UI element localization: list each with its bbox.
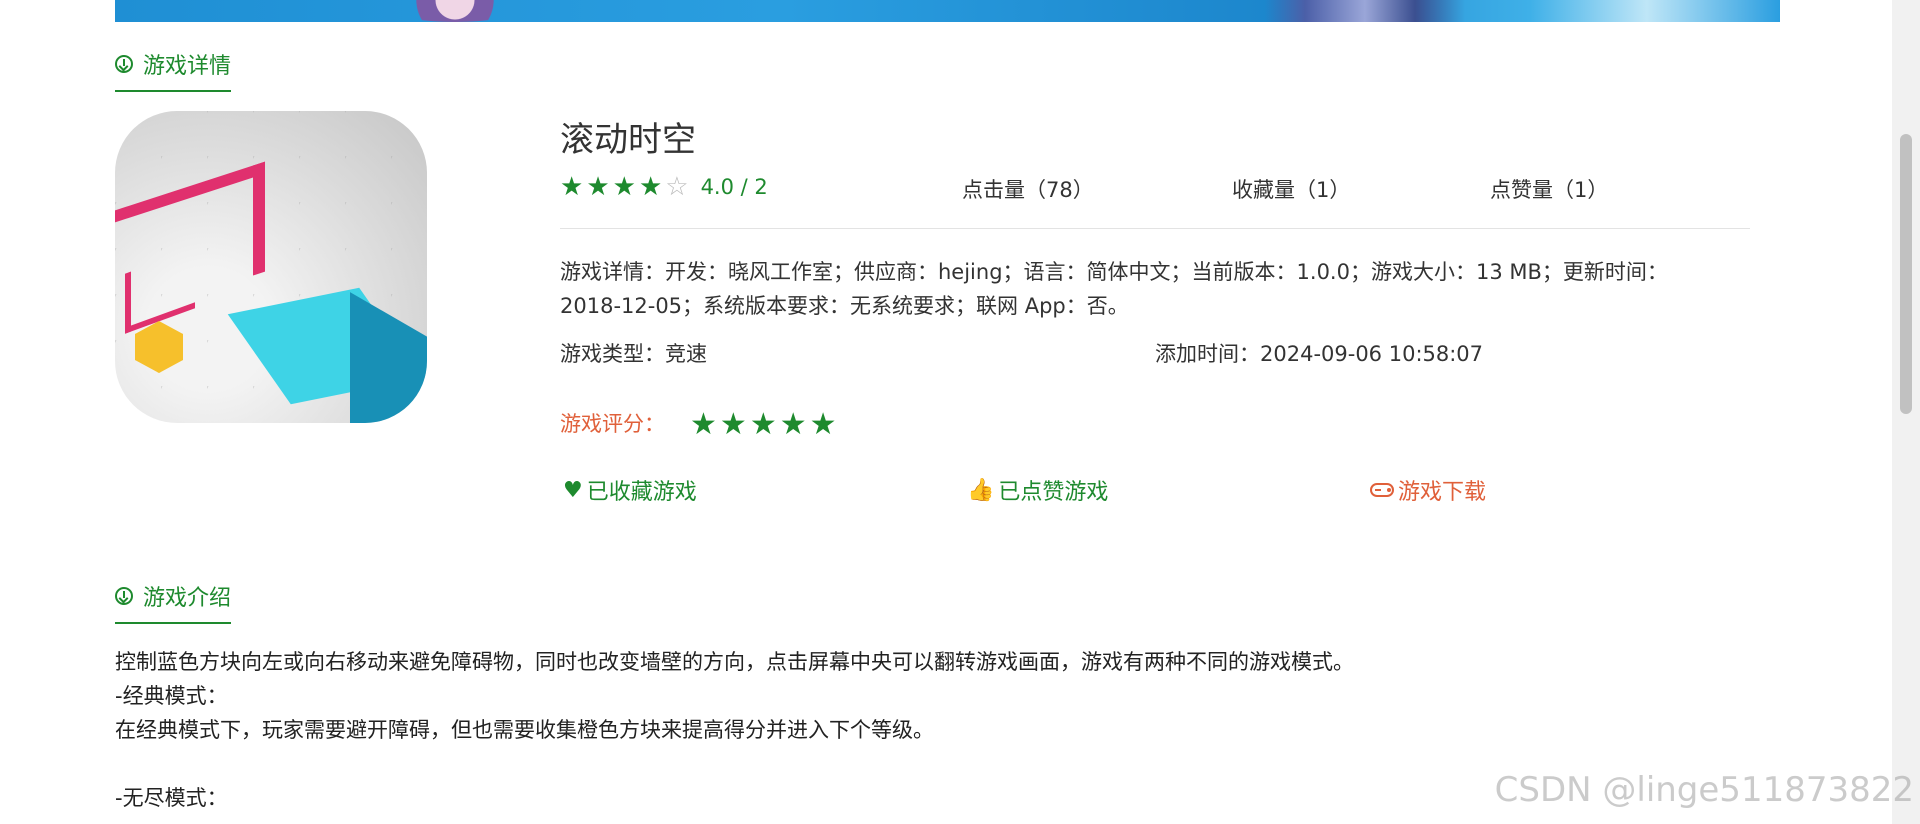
star-filled-icon: ★ — [638, 172, 663, 202]
download-label: 游戏下载 — [1398, 480, 1487, 505]
star-filled-icon: ★ — [560, 172, 584, 202]
star-filled-icon: ★ — [612, 172, 636, 202]
score-star-icon[interactable]: ★ — [750, 410, 777, 440]
intro-line: 在经典模式下，玩家需要避开障碍，但也需要收集橙色方块来提高得分并进入下个等级。 — [115, 718, 934, 742]
scrollbar-thumb[interactable] — [1900, 134, 1912, 414]
rating-stars: ★ ★ ★ ★ ☆ — [560, 174, 689, 200]
section-header-intro: 游戏介绍 — [115, 580, 232, 624]
intro-line: -无尽模式： — [115, 786, 228, 810]
section-title: 游戏详情 — [143, 54, 232, 79]
score-stars-input[interactable]: ★ ★ ★ ★ ★ — [690, 410, 837, 440]
intro-line — [115, 747, 1715, 781]
star-filled-icon: ★ — [586, 172, 610, 202]
scrollbar[interactable] — [1892, 0, 1920, 824]
thumbs-up-icon: 👍 — [967, 477, 995, 503]
gamepad-icon — [1370, 483, 1394, 497]
added-time: 添加时间：2024-09-06 10:58:07 — [1155, 342, 1484, 366]
intro-line: -经典模式： — [115, 684, 228, 708]
liked-button[interactable]: 👍 已点赞游戏 — [967, 474, 1108, 506]
banner-decoration — [1265, 0, 1465, 22]
score-star-icon[interactable]: ★ — [720, 410, 747, 440]
favorited-button[interactable]: ♥ 已收藏游戏 — [563, 474, 697, 506]
section-header-details: 游戏详情 — [115, 48, 232, 92]
score-label: 游戏评分： — [560, 412, 665, 436]
banner-decoration — [395, 0, 515, 22]
divider — [560, 228, 1750, 229]
section-title: 游戏介绍 — [143, 586, 232, 611]
game-intro-text: 控制蓝色方块向左或向右移动来避免障碍物，同时也改变墙壁的方向，点击屏幕中央可以翻… — [115, 645, 1715, 815]
score-star-icon[interactable]: ★ — [780, 410, 807, 440]
liked-label: 已点赞游戏 — [998, 480, 1109, 505]
intro-line: 控制蓝色方块向左或向右移动来避免障碍物，同时也改变墙壁的方向，点击屏幕中央可以翻… — [115, 650, 1354, 674]
score-star-icon[interactable]: ★ — [690, 410, 717, 440]
rating-text: 4.0 / 2 — [700, 175, 768, 199]
heart-icon: ♥ — [563, 477, 583, 503]
game-details-text: 游戏详情：开发：晓风工作室；供应商：hejing；语言：简体中文；当前版本：1.… — [560, 260, 1668, 318]
rating-summary: ★ ★ ★ ★ ☆ 4.0 / 2 — [560, 174, 768, 200]
game-title: 滚动时空 — [560, 120, 696, 160]
favorited-label: 已收藏游戏 — [586, 480, 697, 505]
download-circle-icon — [115, 587, 133, 605]
score-star-icon[interactable]: ★ — [810, 410, 837, 440]
click-count: 点击量（78） — [962, 178, 1094, 202]
game-cover-image — [115, 111, 427, 423]
like-count: 点赞量（1） — [1490, 178, 1609, 202]
game-type: 游戏类型：竞速 — [560, 342, 707, 366]
download-circle-icon — [115, 55, 133, 73]
download-button[interactable]: 游戏下载 — [1370, 474, 1486, 506]
star-empty-icon: ☆ — [665, 172, 689, 202]
favorite-count: 收藏量（1） — [1232, 178, 1351, 202]
top-banner-image — [115, 0, 1780, 22]
watermark: CSDN @linge511873822 — [1494, 770, 1914, 810]
